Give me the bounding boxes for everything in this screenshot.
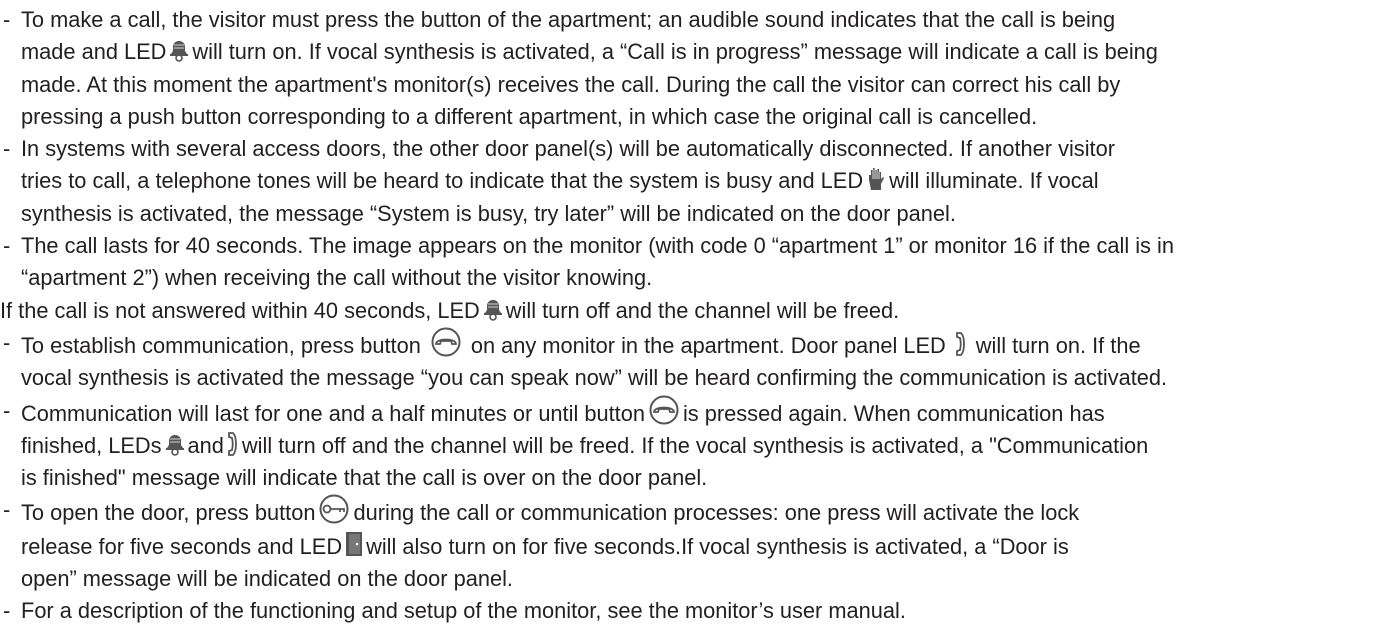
- key-button-icon: [317, 494, 351, 524]
- bullet-dash: -: [3, 397, 11, 423]
- text-line: vocal synthesis is activated the message…: [21, 365, 1168, 391]
- text-line: made and LED will turn on. If vocal synth…: [21, 39, 1158, 65]
- hand-icon: [865, 166, 887, 192]
- bullet-dash: -: [3, 598, 11, 624]
- bell-icon: [164, 433, 186, 457]
- text-line: made. At this moment the apartment's mon…: [21, 71, 1121, 97]
- text-line: release for five seconds and LED will als…: [21, 530, 1378, 563]
- handset-icon: [226, 431, 240, 457]
- text-line: synthesis is activated, the message “Sys…: [21, 200, 956, 226]
- handset-icon: [954, 331, 968, 357]
- text-line: In systems with several access doors, th…: [21, 136, 1115, 162]
- paragraph-communication-end: - Communication will last for one and a …: [0, 395, 1378, 495]
- text-line: pressing a push button corresponding to …: [21, 103, 1038, 129]
- text-line: If the call is not answered within 40 se…: [0, 297, 900, 323]
- paragraph-establish-communication: - To establish communication, press butt…: [0, 327, 1378, 395]
- text-line: “apartment 2”) when receiving the call w…: [21, 265, 653, 291]
- text-line: tries to call, a telephone tones will be…: [21, 166, 1099, 194]
- handset-button-icon: [429, 327, 463, 357]
- paragraph-busy-system: - In systems with several access doors, …: [0, 133, 1378, 230]
- bullet-dash: -: [3, 233, 11, 259]
- bullet-dash: -: [3, 329, 11, 355]
- text-line: For a description of the functioning and…: [21, 598, 906, 624]
- paragraph-monitor-manual: - For a description of the functioning a…: [0, 595, 1378, 627]
- manual-text-block: - To make a call, the visitor must press…: [0, 4, 1378, 628]
- paragraph-call-duration: - The call lasts for 40 seconds. The ima…: [0, 230, 1378, 327]
- text-line: finished, LEDs and will turn off and the c…: [21, 431, 1149, 458]
- text-line: To make a call, the visitor must press t…: [21, 7, 1116, 32]
- paragraph-open-door: - To open the door, press button during t…: [0, 494, 1378, 595]
- text-line: To establish communication, press button…: [21, 327, 1378, 362]
- text-line: The call lasts for 40 seconds. The image…: [21, 233, 1174, 259]
- text-line: To open the door, press button during the…: [21, 494, 1378, 529]
- text-line: is finished" message will indicate that …: [21, 465, 708, 491]
- bullet-dash: -: [3, 497, 11, 523]
- bell-icon: [168, 39, 190, 63]
- text-line: Communication will last for one and a ha…: [21, 395, 1378, 430]
- bell-icon: [482, 298, 504, 322]
- bullet-dash: -: [3, 7, 11, 32]
- bullet-dash: -: [3, 136, 11, 162]
- paragraph-make-call: - To make a call, the visitor must press…: [0, 4, 1378, 133]
- door-icon: [344, 530, 364, 558]
- text-line: open” message will be indicated on the d…: [21, 566, 513, 592]
- handset-button-icon: [647, 395, 681, 425]
